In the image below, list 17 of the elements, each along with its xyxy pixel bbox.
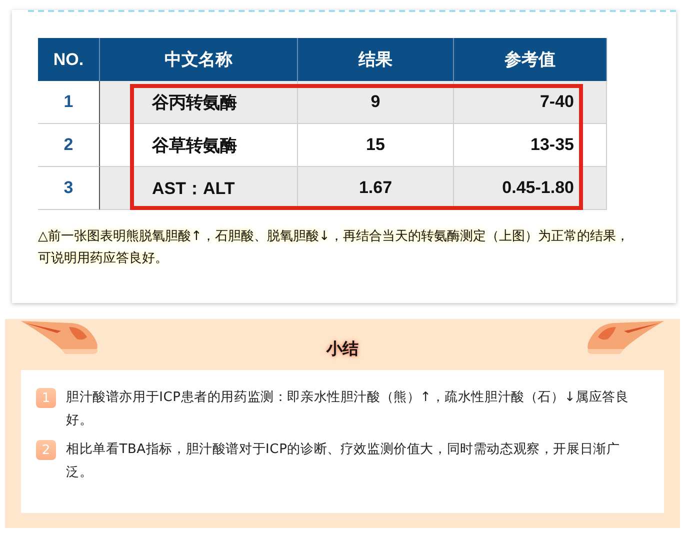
caption: △前一张图表明熊脱氧胆酸↑，石胆酸、脱氧胆酸↓，再结合当天的转氨酶测定（上图）为正常的结果，可说明用药应答良好。 xyxy=(38,228,630,268)
table-cell: 9 xyxy=(298,81,454,124)
column-header: 参考值 xyxy=(454,38,607,81)
column-header: NO. xyxy=(38,38,100,81)
column-header: 结果 xyxy=(298,38,454,81)
summary-text: 胆汁酸谱亦用于ICP患者的用药监测：即亲水性胆汁酸（熊）↑，疏水性胆汁酸（石）↓属应答良好。 xyxy=(66,389,630,430)
number-badge: 2 xyxy=(36,440,56,460)
column-header: 中文名称 xyxy=(100,38,298,81)
table-cell: AST：ALT xyxy=(100,167,298,210)
summary-text: 相比单看TBA指标，胆汁酸谱对于ICP的诊断、疗效监测价值大，同时需动态观察，开展日渐广泛。 xyxy=(66,441,621,482)
table-cell: 谷丙转氨酶 xyxy=(100,81,298,124)
table-cell: 3 xyxy=(38,167,100,210)
table-cell: 7-40 xyxy=(454,81,607,124)
table-cell: 1 xyxy=(38,81,100,124)
number-badge: 1 xyxy=(36,388,56,408)
section-title: 小结 xyxy=(326,339,358,360)
table-cell: 0.45-1.80 xyxy=(454,167,607,210)
